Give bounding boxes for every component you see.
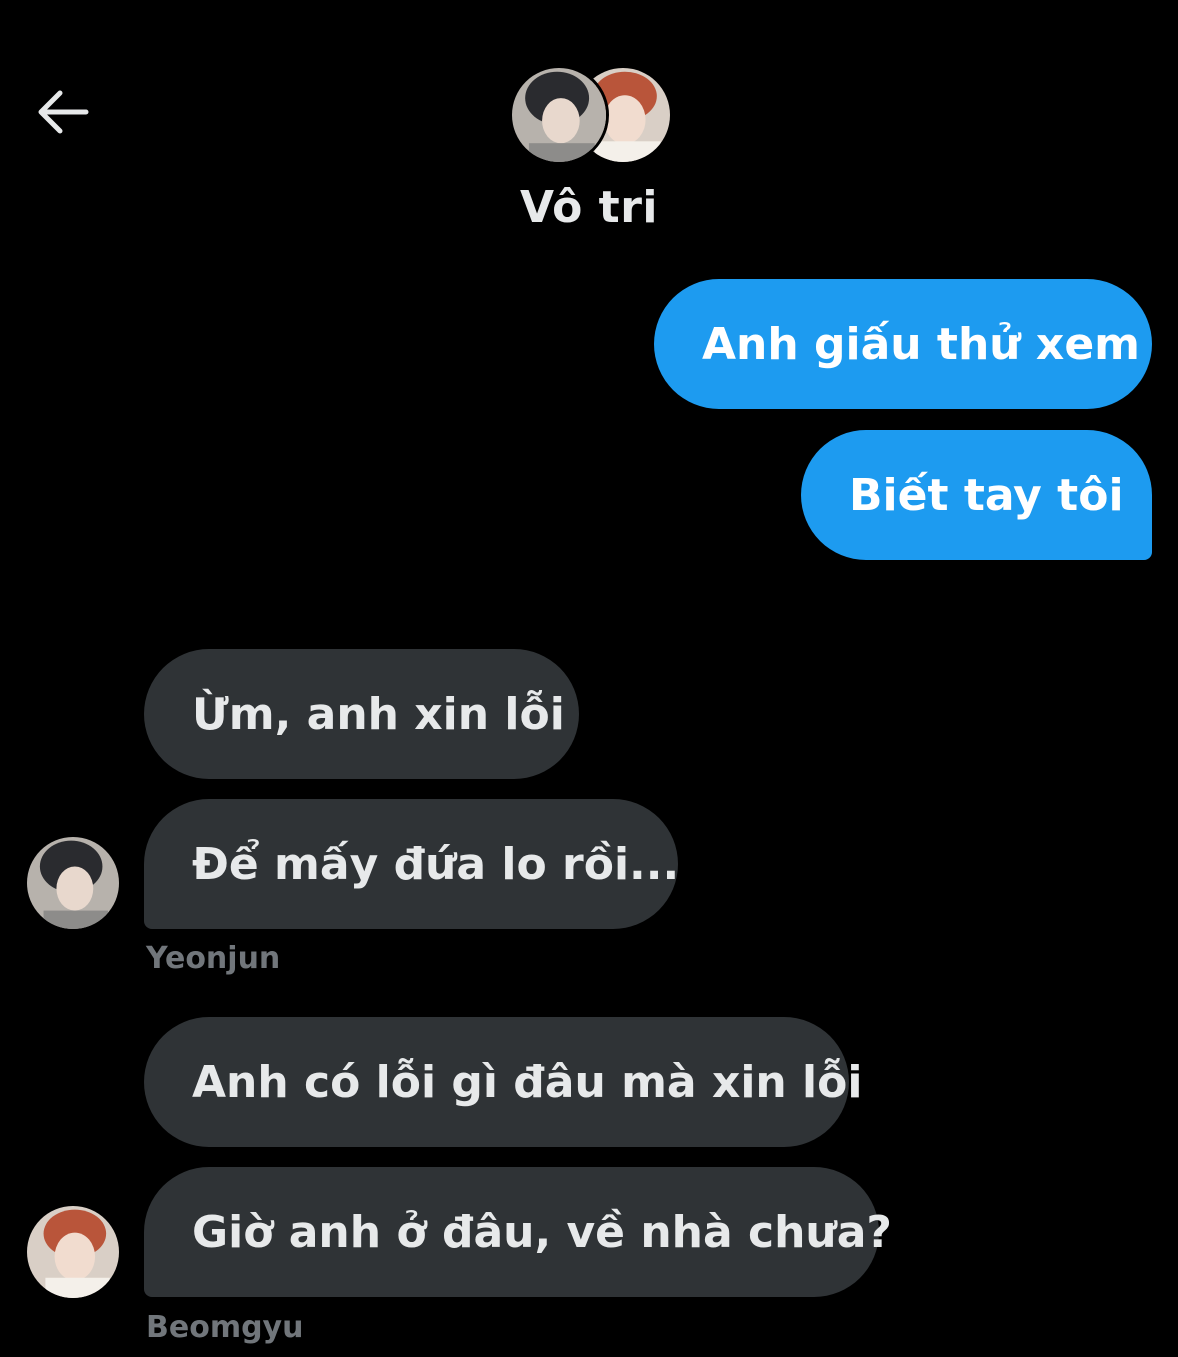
- sender-avatar-yeonjun[interactable]: [27, 837, 119, 929]
- message-bubble-outgoing[interactable]: Anh giấu thử xem: [654, 279, 1152, 409]
- sender-avatar-beomgyu[interactable]: [27, 1206, 119, 1298]
- group-avatars[interactable]: [509, 65, 673, 165]
- back-button[interactable]: [30, 82, 94, 146]
- sender-name: Beomgyu: [146, 1310, 304, 1345]
- avatar-yeonjun: [509, 65, 609, 165]
- sender-name: Yeonjun: [146, 941, 281, 976]
- message-bubble-outgoing[interactable]: Biết tay tôi: [801, 430, 1152, 560]
- message-bubble-incoming[interactable]: Giờ anh ở đâu, về nhà chưa?: [144, 1167, 892, 1297]
- message-bubble-incoming[interactable]: Để mấy đứa lo rồi...: [144, 799, 679, 929]
- message-bubble-incoming[interactable]: Ừm, anh xin lỗi: [144, 649, 579, 779]
- chat-title: Vô tri: [519, 182, 658, 233]
- message-bubble-incoming[interactable]: Anh có lỗi gì đâu mà xin lỗi: [144, 1017, 862, 1147]
- arrow-left-icon: [34, 88, 90, 140]
